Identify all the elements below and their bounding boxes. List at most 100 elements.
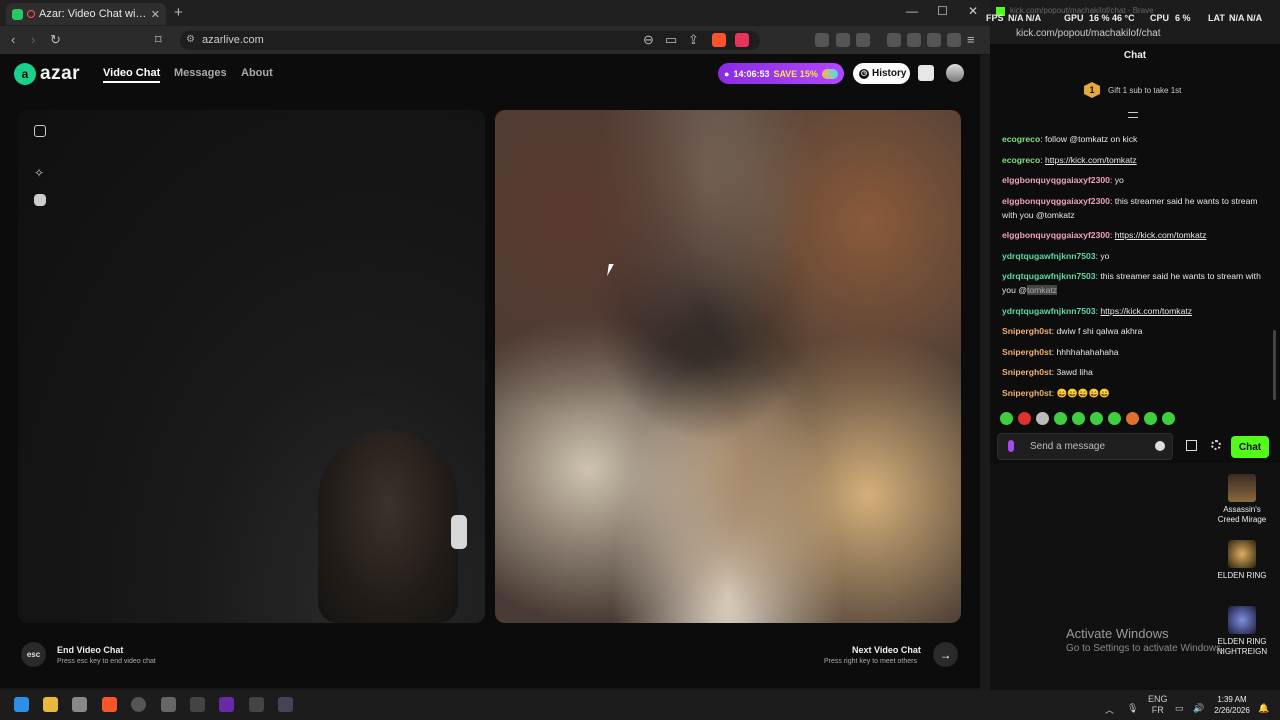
- chat-message: ydrqtqugawfnjknn7503: https://kick.com/t…: [1002, 305, 1193, 316]
- gift-icon[interactable]: [1186, 440, 1197, 451]
- chat-username[interactable]: elggbonquyqggaiaxyf2300: [1002, 196, 1110, 206]
- leo-ai-icon[interactable]: [927, 33, 941, 47]
- bookmark-icon[interactable]: ⌑: [155, 32, 162, 48]
- chat-link[interactable]: https://kick.com/tomkatz: [1100, 306, 1192, 316]
- site-settings-icon[interactable]: ⚙: [186, 34, 195, 45]
- volume-icon[interactable]: 🔊: [1193, 703, 1204, 714]
- chat-username[interactable]: ydrqtqugawfnjknn7503: [1002, 306, 1096, 316]
- emote-icon[interactable]: [1126, 412, 1139, 425]
- notification-icon[interactable]: 🔔: [1258, 703, 1269, 714]
- chat-link[interactable]: https://kick.com/tomkatz: [1115, 230, 1207, 240]
- cast-icon[interactable]: ▭: [665, 32, 677, 48]
- swap-camera-icon[interactable]: [34, 125, 46, 137]
- start-windows-icon[interactable]: [14, 697, 29, 712]
- steam-icon[interactable]: [131, 697, 146, 712]
- system-clock[interactable]: 1:39 AM 2/26/2026: [1212, 694, 1252, 716]
- emote-icon[interactable]: [1144, 412, 1157, 425]
- close-window-icon[interactable]: ✕: [968, 4, 978, 18]
- magic-wand-icon[interactable]: ✧: [34, 167, 46, 179]
- emote-icon[interactable]: [1018, 412, 1031, 425]
- minimize-icon[interactable]: —: [906, 4, 918, 18]
- emote-icon[interactable]: [1000, 412, 1013, 425]
- shop-icon[interactable]: [918, 65, 934, 81]
- file-explorer-icon[interactable]: [43, 697, 58, 712]
- next-video-chat-title[interactable]: Next Video Chat: [852, 645, 921, 655]
- microphone-icon[interactable]: [1008, 440, 1014, 452]
- sticker-icon[interactable]: [34, 194, 46, 206]
- zoom-icon[interactable]: ⊖: [643, 32, 654, 48]
- network-icon[interactable]: ▭: [1175, 703, 1184, 714]
- history-button[interactable]: ◷ History: [853, 63, 910, 84]
- filter-icon[interactable]: [1128, 112, 1138, 118]
- history-label: History: [872, 68, 907, 79]
- chat-username[interactable]: Snipergh0st: [1002, 347, 1052, 357]
- chat-username[interactable]: Snipergh0st: [1002, 367, 1052, 377]
- chat-message: ydrqtqugawfnjknn7503: this streamer said…: [1002, 271, 1261, 295]
- emote-icon[interactable]: [1036, 412, 1049, 425]
- audio-app-icon[interactable]: [278, 697, 293, 712]
- store-icon[interactable]: [72, 697, 87, 712]
- chat-message: Snipergh0st: 3awd liha: [1002, 367, 1093, 377]
- chat-username[interactable]: elggbonquyqggaiaxyf2300: [1002, 175, 1110, 185]
- profile-avatar[interactable]: [946, 64, 964, 82]
- extension-shield-icon[interactable]: [815, 33, 829, 47]
- mouse-cursor: [607, 264, 619, 276]
- emote-icon[interactable]: [1162, 412, 1175, 425]
- sidebar-icon[interactable]: [887, 33, 901, 47]
- tray-mic-icon[interactable]: 🎙: [1127, 703, 1138, 714]
- epic-games-icon[interactable]: [161, 697, 176, 712]
- chat-message: ecogreco: https://kick.com/tomkatz: [1002, 154, 1137, 165]
- maximize-icon[interactable]: ☐: [937, 4, 948, 18]
- nav-about[interactable]: About: [241, 67, 273, 79]
- new-tab-icon[interactable]: +: [174, 4, 183, 21]
- send-chat-button[interactable]: Chat: [1231, 436, 1269, 458]
- settings-gear-icon[interactable]: [1211, 440, 1221, 450]
- tray-chevron-icon[interactable]: ︿: [1105, 703, 1114, 716]
- reload-icon[interactable]: ↻: [50, 32, 61, 48]
- desktop-icon-elden-ring[interactable]: ELDEN RING: [1214, 540, 1270, 581]
- emote-icon[interactable]: [1054, 412, 1067, 425]
- next-app-icon[interactable]: [219, 697, 234, 712]
- nav-video-chat[interactable]: Video Chat: [103, 67, 161, 83]
- emote-icon[interactable]: [1090, 412, 1103, 425]
- esc-button[interactable]: esc: [21, 642, 46, 667]
- chat-username[interactable]: ecogreco: [1002, 134, 1040, 144]
- end-video-chat-title[interactable]: End Video Chat: [57, 645, 123, 655]
- share-icon[interactable]: ⇪: [688, 32, 699, 48]
- chat-mention-highlight[interactable]: tomkatz: [1026, 285, 1058, 295]
- brave-shields-icon[interactable]: [712, 33, 726, 47]
- close-tab-icon[interactable]: ✕: [151, 8, 160, 21]
- emote-icon[interactable]: [1108, 412, 1121, 425]
- chat-username[interactable]: ecogreco: [1002, 155, 1040, 165]
- emote-icon[interactable]: [1072, 412, 1085, 425]
- language-indicator[interactable]: ENG FR: [1148, 694, 1168, 716]
- nav-messages[interactable]: Messages: [174, 67, 227, 79]
- chat-username[interactable]: Snipergh0st: [1002, 388, 1052, 398]
- chat-username[interactable]: elggbonquyqggaiaxyf2300: [1002, 230, 1110, 240]
- picture-in-picture-icon[interactable]: [856, 33, 870, 47]
- chat-link[interactable]: https://kick.com/tomkatz: [1045, 155, 1137, 165]
- back-icon[interactable]: ‹: [11, 32, 15, 47]
- desktop-icon-ac-mirage[interactable]: Assassin's Creed Mirage: [1214, 474, 1270, 525]
- chat-username[interactable]: Snipergh0st: [1002, 326, 1052, 336]
- promo-timer: 14:06:53: [733, 68, 770, 79]
- vpn-icon[interactable]: [947, 33, 961, 47]
- azar-logo[interactable]: a azar: [14, 63, 80, 85]
- brave-taskbar-icon[interactable]: [102, 697, 117, 712]
- gaming-app-icon[interactable]: [249, 697, 264, 712]
- emoji-picker-icon[interactable]: [1155, 441, 1165, 451]
- forward-icon[interactable]: ›: [31, 32, 35, 47]
- browser-tab[interactable]: Azar: Video Chat with New Pe ✕: [6, 3, 166, 25]
- logitech-icon[interactable]: [190, 697, 205, 712]
- menu-icon[interactable]: ≡: [967, 32, 975, 47]
- pinned-message[interactable]: Gift 1 sub to take 1st: [1108, 86, 1181, 95]
- page-scrollbar[interactable]: [980, 54, 990, 690]
- chat-username[interactable]: ydrqtqugawfnjknn7503: [1002, 271, 1096, 281]
- chat-scrollbar[interactable]: [1273, 330, 1276, 400]
- extensions-icon[interactable]: [836, 33, 850, 47]
- chat-username[interactable]: ydrqtqugawfnjknn7503: [1002, 251, 1096, 261]
- promo-banner[interactable]: ● 14:06:53 SAVE 15%: [718, 63, 844, 84]
- wallet-icon[interactable]: [907, 33, 921, 47]
- next-button[interactable]: →: [933, 642, 958, 667]
- brave-rewards-icon[interactable]: [735, 33, 749, 47]
